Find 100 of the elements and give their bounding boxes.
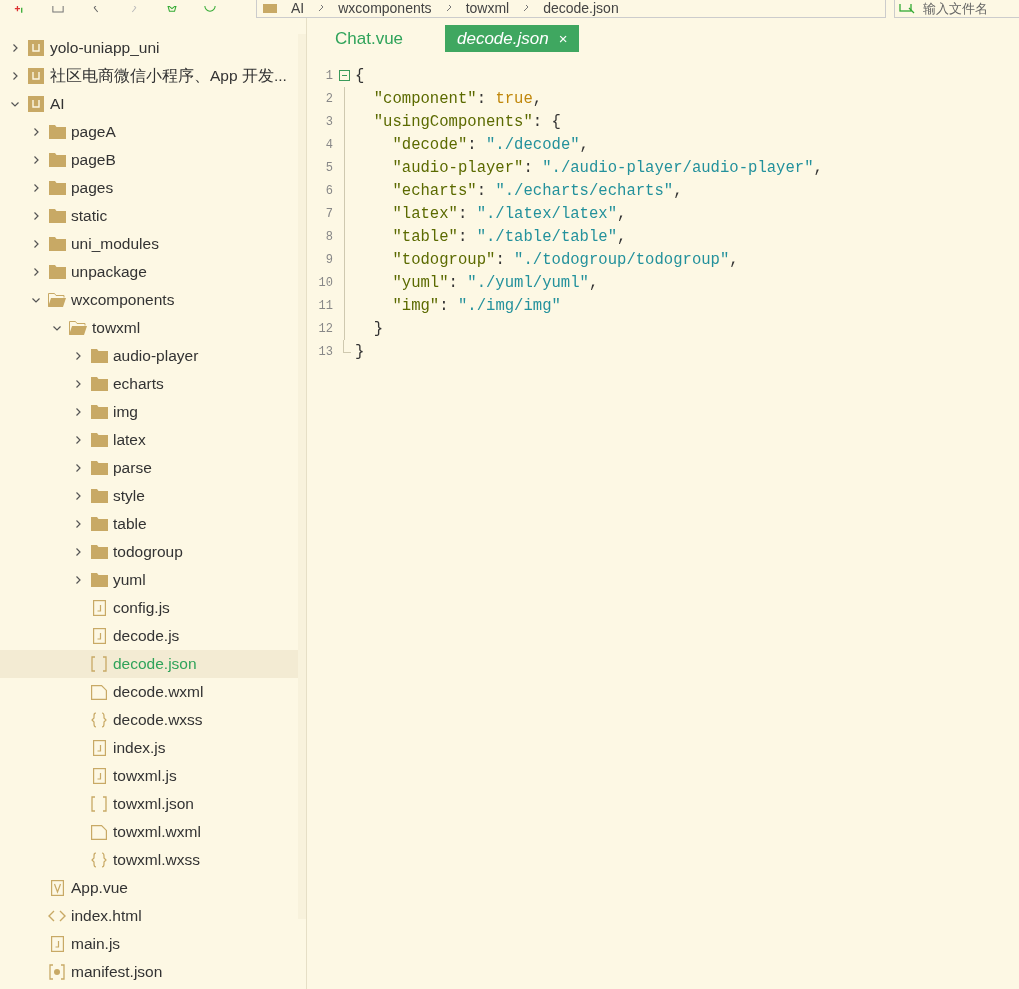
tree-item[interactable]: index.html [0,902,298,930]
chevron-icon [445,4,452,13]
folder-icon [90,489,108,503]
braces-icon [91,852,107,868]
page-file-icon [91,684,107,700]
folder-icon [48,209,66,223]
open-folder-icon [48,293,66,307]
tree-item[interactable]: manifest.json [0,958,298,986]
tree-item[interactable]: pageA [0,118,298,146]
chevron-icon[interactable] [73,547,83,557]
chevron-icon[interactable] [31,295,41,305]
chevron-icon[interactable] [10,71,20,81]
line-number: 2 [324,91,333,106]
folder-icon [48,237,66,251]
chevron-icon[interactable] [31,267,41,277]
tree-item[interactable]: parse [0,454,298,482]
code-line: "echarts": "./echarts/echarts", [391,181,683,200]
chevron-icon[interactable] [73,519,83,529]
project-icon [28,96,44,112]
chevron-icon[interactable] [10,43,20,53]
tree-item[interactable]: img [0,398,298,426]
chevron-icon[interactable] [52,323,62,333]
file-search-field[interactable]: 输入文件名 [894,0,1019,18]
tree-item[interactable]: AI [0,90,298,118]
tree-item[interactable]: yuml [0,566,298,594]
breadcrumb-item[interactable]: towxml [465,0,510,17]
page-file-icon [91,824,107,840]
code-line: "component": true, [372,89,543,108]
tree-item[interactable]: towxml.json [0,790,298,818]
chevron-icon[interactable] [73,463,83,473]
tree-item[interactable]: index.js [0,734,298,762]
tree-item[interactable]: style [0,482,298,510]
tree-item[interactable]: towxml.js [0,762,298,790]
tree-item[interactable]: echarts [0,370,298,398]
line-number: 5 [324,160,333,175]
chevron-icon[interactable] [31,127,41,137]
tree-item[interactable]: unpackage [0,258,298,286]
tree-item[interactable]: yolo-uniapp_uni [0,34,298,62]
line-number: 10 [317,275,333,290]
tree-item[interactable]: wxcomponents [0,286,298,314]
tree-item[interactable]: 社区电商微信小程序、App 开发... [0,62,298,90]
tree-item[interactable]: pages [0,174,298,202]
code-line: } [372,319,384,338]
tree-item[interactable]: latex [0,426,298,454]
scrollbar-track[interactable] [298,34,306,919]
project-icon [28,40,44,56]
code-line: "audio-player": "./audio-player/audio-player", [391,158,823,177]
tree-item[interactable]: towxml.wxml [0,818,298,846]
chevron-icon[interactable] [31,155,41,165]
folder-icon [48,181,66,195]
tree-item[interactable]: towxml.wxss [0,846,298,874]
chevron-icon[interactable] [73,575,83,585]
folder-icon [90,433,108,447]
code-line: "yuml": "./yuml/yuml", [391,273,599,292]
chevron-icon[interactable] [73,407,83,417]
breadcrumb-item[interactable]: wxcomponents [338,0,432,17]
chevron-icon[interactable] [73,351,83,361]
script-file-icon [92,740,106,756]
tree-item[interactable]: table [0,510,298,538]
tree-item[interactable]: uni_modules [0,230,298,258]
folder-icon [48,153,66,167]
tree-item[interactable]: pageB [0,146,298,174]
script-file-icon [50,936,64,952]
line-number: 7 [324,206,333,221]
tree-item[interactable]: main.js [0,930,298,958]
folder-icon [90,461,108,475]
tree-item[interactable]: decode.wxss [0,706,298,734]
tree-item[interactable]: static [0,202,298,230]
line-number: 3 [324,114,333,129]
chevron-icon[interactable] [10,99,20,109]
script-file-icon [92,628,106,644]
fold-icon[interactable] [338,70,350,81]
breadcrumb-item[interactable]: AI [291,0,305,17]
chevron-icon[interactable] [31,239,41,249]
chevron-icon[interactable] [31,211,41,221]
vue-file-icon [50,880,64,896]
code-line: "latex": "./latex/latex", [391,204,627,223]
breadcrumb-item[interactable]: decode.json [543,0,619,17]
folder-icon [48,125,66,139]
tree-item[interactable]: decode.wxml [0,678,298,706]
brackets-icon [91,796,107,812]
line-number: 12 [317,321,333,336]
code-line: "table": "./table/table", [391,227,627,246]
script-file-icon [92,768,106,784]
chevron-icon[interactable] [31,183,41,193]
tree-item[interactable]: decode.js [0,622,298,650]
chevron-icon[interactable] [73,379,83,389]
chevron-icon[interactable] [73,491,83,501]
chevron-icon[interactable] [73,435,83,445]
tree-item[interactable]: todogroup [0,538,298,566]
tree-item[interactable]: config.js [0,594,298,622]
line-number: 8 [324,229,333,244]
code-line: } [355,342,365,361]
gear-file-icon [49,964,65,980]
tree-item[interactable]: audio-player [0,342,298,370]
line-number: 13 [317,344,333,359]
chevron-icon [523,4,530,13]
tree-item[interactable]: towxml [0,314,298,342]
tree-item[interactable]: App.vue [0,874,298,902]
code-line: "usingComponents": { [372,112,561,131]
